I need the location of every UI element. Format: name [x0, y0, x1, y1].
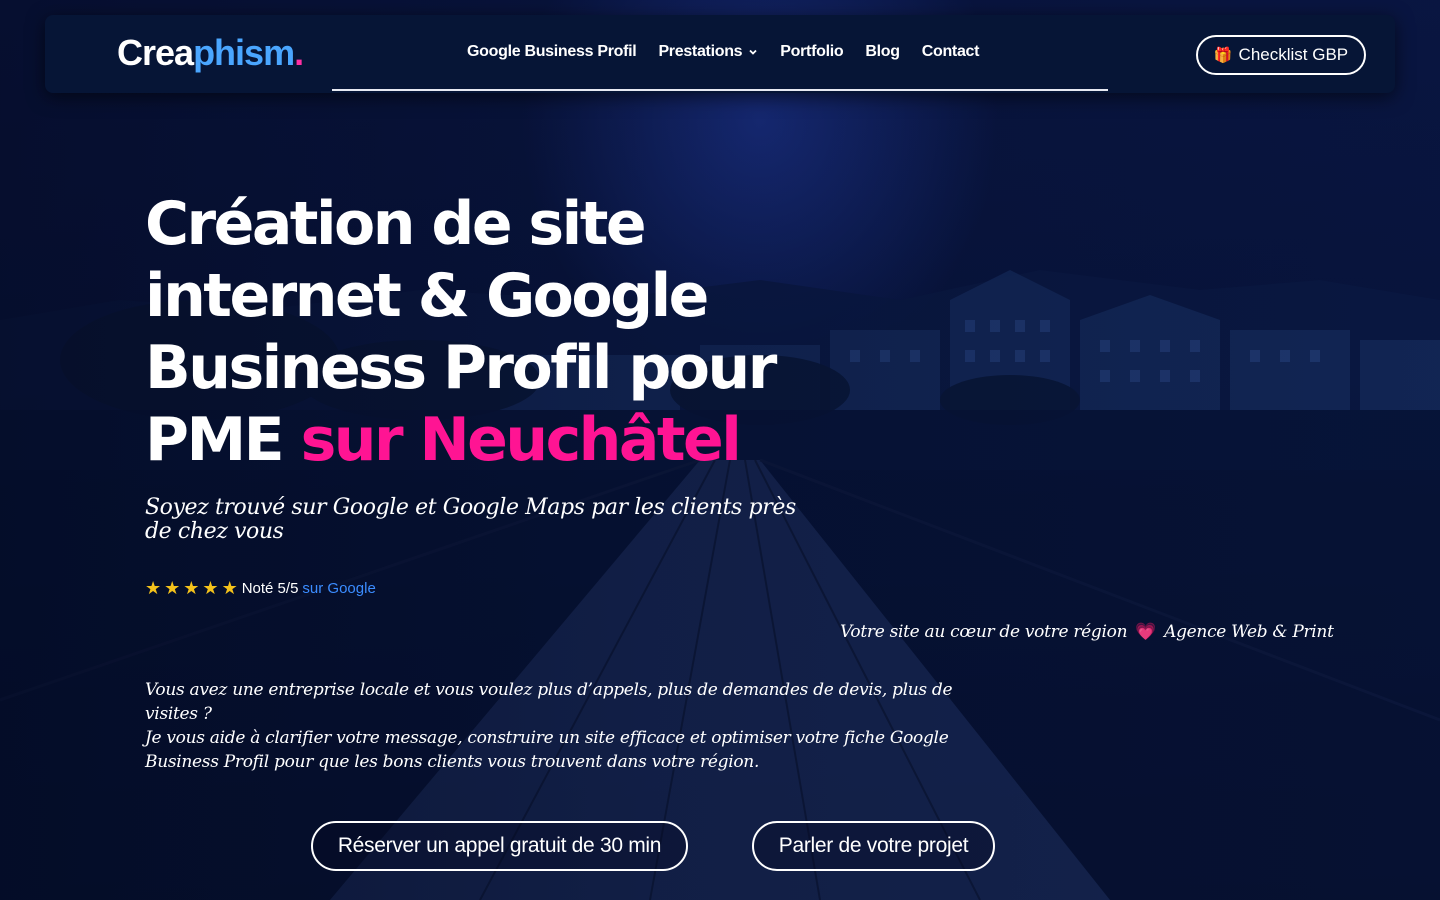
rating-stars: ★ ★ ★ ★ ★ — [145, 579, 238, 597]
site-header: Creaphism. Google Business Profil Presta… — [45, 15, 1395, 93]
nav-item-google-business-profil[interactable]: Google Business Profil — [467, 43, 637, 61]
hero-title-accent: sur Neuchâtel — [300, 405, 742, 475]
nav-item-label: Prestations — [658, 43, 743, 60]
logo-dot: . — [294, 32, 304, 73]
nav-item-blog[interactable]: Blog — [865, 43, 900, 61]
talk-project-button[interactable]: Parler de votre projet — [752, 821, 995, 871]
nav-item-label: Portfolio — [780, 43, 844, 60]
intro-line-2: Je vous aide à clarifier votre message, … — [145, 728, 949, 772]
nav-item-contact[interactable]: Contact — [921, 43, 980, 61]
hero-subtitle: Soyez trouvé sur Google et Google Maps p… — [145, 495, 796, 544]
google-rating: ★ ★ ★ ★ ★ Noté 5/5 sur Google — [145, 579, 376, 597]
chevron-down-icon — [749, 49, 757, 55]
rating-text: Noté 5/5 — [241, 579, 299, 597]
star-icon: ★ — [145, 578, 162, 598]
star-icon: ★ — [202, 578, 219, 598]
nav-item-label: Blog — [865, 43, 900, 60]
star-icon: ★ — [164, 578, 181, 598]
heart-icon: 💗 — [1135, 622, 1157, 642]
main-nav: Google Business Profil Prestations Portf… — [332, 15, 1108, 91]
creaphism-logo[interactable]: Creaphism. — [117, 32, 304, 73]
tagline-left: Votre site au cœur de votre région — [840, 622, 1128, 642]
hero-title: Création de site internet & Google Busin… — [145, 188, 845, 476]
checklist-gbp-button[interactable]: 🎁 Checklist GBP — [1196, 35, 1366, 75]
hero-tagline: Votre site au cœur de votre région 💗 Agenc… — [840, 622, 1334, 642]
nav-item-prestations[interactable]: Prestations — [658, 43, 758, 61]
logo-text-part1: Crea — [117, 32, 194, 73]
tagline-right: Agence Web & Print — [1164, 622, 1334, 642]
rating-google-link[interactable]: sur Google — [302, 580, 375, 597]
book-call-button[interactable]: Réserver un appel gratuit de 30 min — [311, 821, 688, 871]
checklist-gbp-label: Checklist GBP — [1238, 45, 1349, 64]
nav-item-label: Google Business Profil — [467, 43, 637, 60]
hero-intro: Vous avez une entreprise locale et vous … — [145, 678, 960, 774]
logo-text-part2: phism — [193, 32, 295, 73]
star-icon: ★ — [221, 578, 238, 598]
star-icon: ★ — [183, 578, 200, 598]
intro-line-1: Vous avez une entreprise locale et vous … — [145, 680, 953, 724]
nav-item-label: Contact — [921, 43, 980, 60]
nav-item-portfolio[interactable]: Portfolio — [780, 43, 843, 61]
gift-icon: 🎁 — [1213, 47, 1233, 64]
